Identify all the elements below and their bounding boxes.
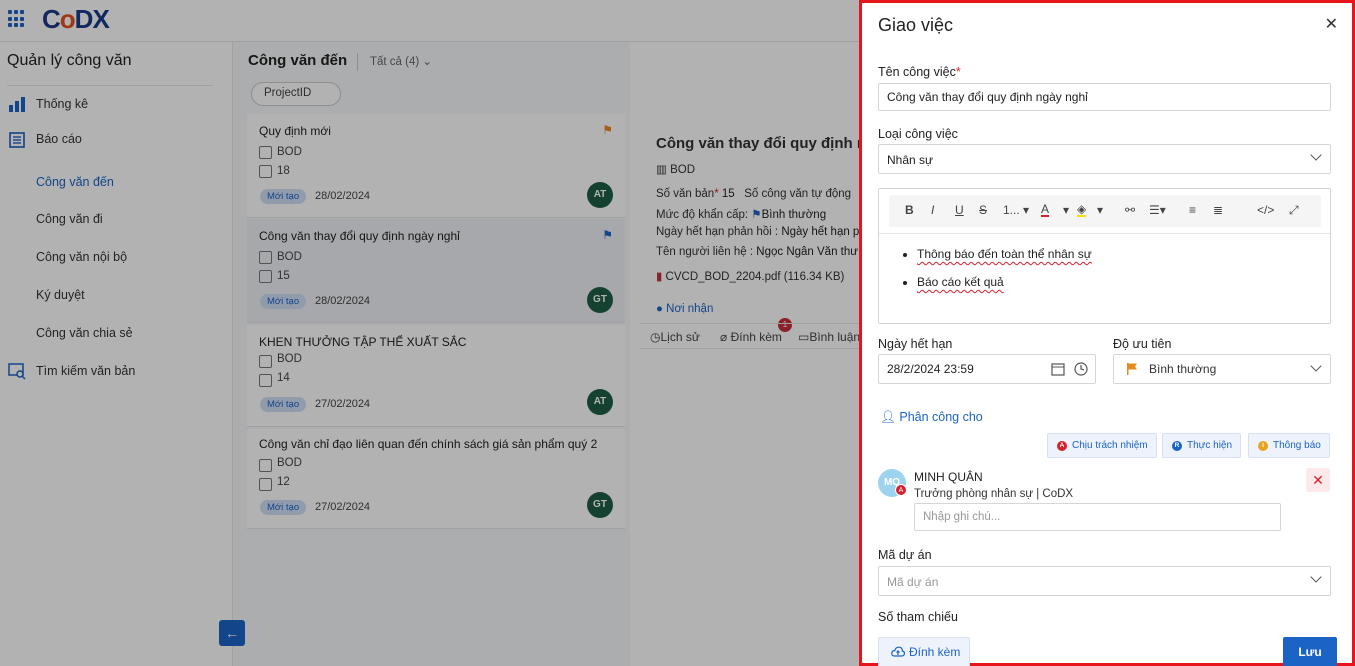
divider <box>879 233 1330 234</box>
font-size-button[interactable]: 1... ▾ <box>1003 203 1029 217</box>
assignee-role: Trưởng phòng nhân sự | CoDX <box>914 488 1074 500</box>
close-icon: ✕ <box>1312 472 1324 488</box>
dropdown-arrow-icon[interactable]: ▾ <box>1097 203 1103 217</box>
role-badge: A <box>895 484 907 496</box>
role-dot-icon: A <box>1057 441 1067 451</box>
font-color-button[interactable]: A <box>1041 203 1050 217</box>
task-name-input[interactable]: Công văn thay đổi quy định ngày nghỉ <box>878 83 1331 111</box>
flag-icon <box>1127 363 1137 375</box>
calendar-icon[interactable] <box>1051 362 1065 376</box>
project-code-label: Mã dự án <box>878 548 932 562</box>
assign-to-label: 👤︎ Phân công cho <box>880 410 983 424</box>
task-type-label: Loại công việc <box>878 127 958 141</box>
role-accountable-button[interactable]: A Chịu trách nhiệm <box>1047 433 1157 458</box>
editor-toolbar: B I U S 1... ▾ A ▾ ◈ ▾ ⚯ ☰▾ ≡ ≣ </> ⤢ <box>889 195 1321 227</box>
bold-button[interactable]: B <box>905 203 914 217</box>
remove-assignee-button[interactable]: ✕ <box>1306 468 1330 492</box>
reference-number-label: Số tham chiếu <box>878 610 958 624</box>
task-name-label: Tên công việc* <box>878 65 961 79</box>
save-button[interactable]: Lưu <box>1283 637 1337 666</box>
editor-content[interactable]: Thông báo đến toàn thể nhân sự Báo cáo k… <box>901 247 1092 303</box>
underline-button[interactable]: U <box>955 203 964 217</box>
cloud-upload-icon <box>891 646 905 657</box>
align-icon[interactable]: ☰▾ <box>1149 203 1166 217</box>
clock-icon[interactable] <box>1074 362 1088 376</box>
strikethrough-button[interactable]: S <box>979 203 987 217</box>
modal-overlay <box>0 0 862 666</box>
unordered-list-icon[interactable]: ≣ <box>1213 203 1223 217</box>
note-input[interactable]: Nhập ghi chú... <box>914 503 1281 531</box>
ordered-list-icon[interactable]: ≡ <box>1189 203 1196 217</box>
close-icon[interactable]: ✕ <box>1325 14 1338 34</box>
panel-title: Giao việc <box>878 15 954 35</box>
task-type-select[interactable]: Nhân sự <box>878 144 1331 174</box>
role-responsible-button[interactable]: R Thực hiện <box>1162 433 1242 458</box>
due-date-label: Ngày hết hạn <box>878 337 953 351</box>
chevron-down-icon <box>1310 571 1322 583</box>
description-editor[interactable]: B I U S 1... ▾ A ▾ ◈ ▾ ⚯ ☰▾ ≡ ≣ </> ⤢ Th… <box>878 188 1331 324</box>
dropdown-arrow-icon[interactable]: ▾ <box>1063 203 1069 217</box>
priority-select[interactable]: Bình thường <box>1113 354 1331 384</box>
highlight-icon[interactable]: ◈ <box>1077 203 1087 217</box>
list-item: Báo cáo kết quả <box>917 275 1092 289</box>
chevron-down-icon <box>1310 149 1322 161</box>
fullscreen-icon[interactable]: ⤢ <box>1289 203 1299 218</box>
italic-button[interactable]: I <box>931 203 934 217</box>
role-dot-icon: I <box>1258 441 1268 451</box>
role-dot-icon: R <box>1172 441 1182 451</box>
chevron-down-icon <box>1310 360 1322 372</box>
user-icon: 👤︎ <box>880 410 896 424</box>
priority-label: Độ ưu tiên <box>1113 337 1172 351</box>
attach-button[interactable]: Đính kèm <box>878 637 970 666</box>
assignee-name: MINH QUÂN <box>914 470 983 484</box>
role-informed-button[interactable]: I Thông báo <box>1248 433 1330 458</box>
project-code-select[interactable]: Mã dự án <box>878 566 1331 596</box>
due-date-input[interactable]: 28/2/2024 23:59 <box>878 354 1096 384</box>
link-icon[interactable]: ⚯ <box>1125 203 1135 217</box>
list-item: Thông báo đến toàn thể nhân sự <box>917 247 1092 261</box>
code-view-button[interactable]: </> <box>1257 203 1274 217</box>
assign-task-panel: Giao việc ✕ Tên công việc* Công văn thay… <box>859 0 1355 666</box>
